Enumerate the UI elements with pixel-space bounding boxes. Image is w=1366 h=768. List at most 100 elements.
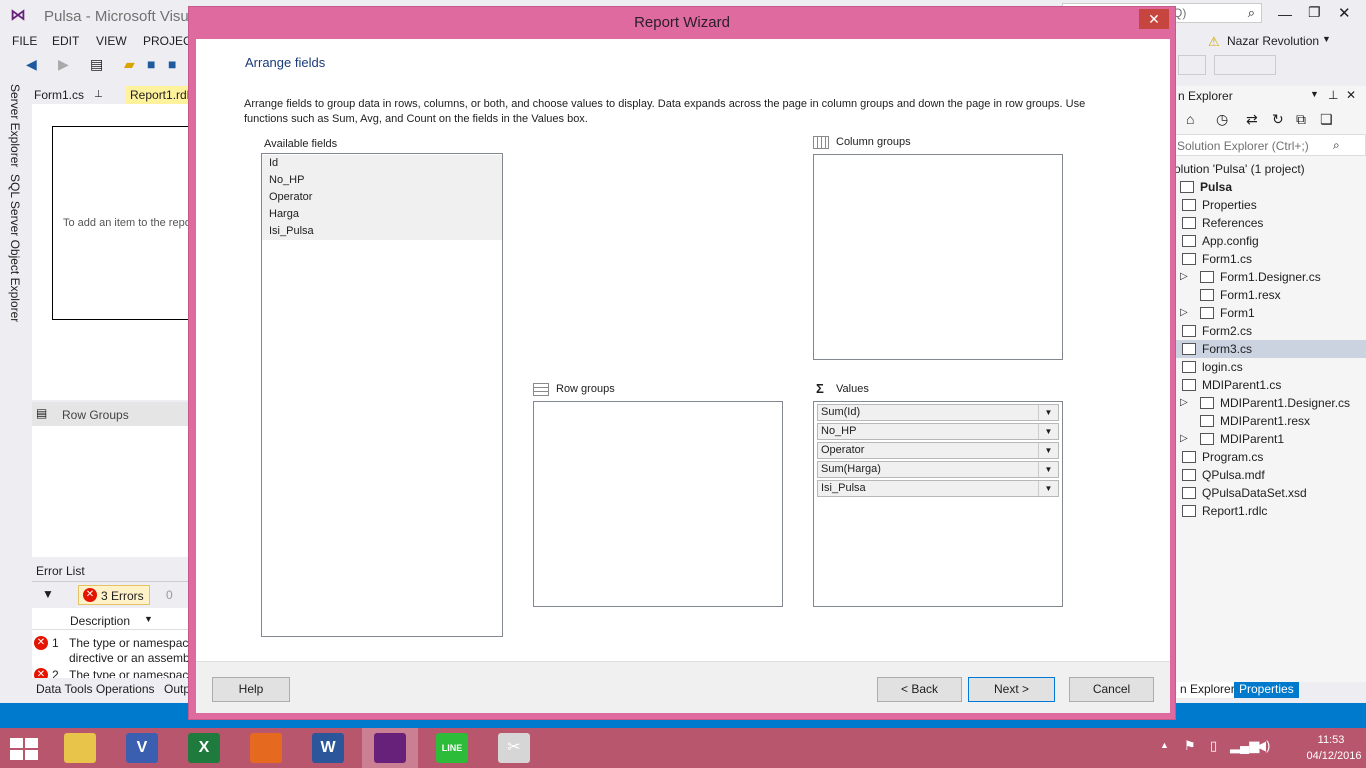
tab-data-tools-operations[interactable]: Data Tools Operations bbox=[36, 682, 155, 696]
warnings-count[interactable]: 0 bbox=[166, 588, 173, 602]
sort-icon[interactable]: ▼ bbox=[144, 614, 153, 624]
tab-solution-explorer[interactable]: n Explorer bbox=[1176, 680, 1239, 698]
solution-tree-item[interactable]: olution 'Pulsa' (1 project) bbox=[1172, 160, 1366, 178]
chevron-down-icon[interactable]: ▼ bbox=[1038, 405, 1058, 420]
clock-date[interactable]: 04/12/2016 bbox=[1304, 750, 1364, 762]
expand-icon[interactable]: ▷ bbox=[1180, 394, 1188, 412]
report-body[interactable]: To add an item to the repo bbox=[52, 126, 192, 320]
pin-icon[interactable]: ⊥ bbox=[94, 89, 103, 100]
chevron-down-icon[interactable]: ▼ bbox=[1310, 89, 1319, 99]
solution-tree-item[interactable]: MDIParent1.cs bbox=[1172, 376, 1366, 394]
solution-search-input[interactable]: Solution Explorer (Ctrl+;) ⌕ bbox=[1172, 134, 1366, 156]
solution-tree-item[interactable]: Form3.cs bbox=[1172, 340, 1366, 358]
error-row[interactable]: ✕ 2 The type or namespace bbox=[32, 666, 190, 678]
next-button[interactable]: Next > bbox=[968, 677, 1055, 702]
expand-icon[interactable]: ▷ bbox=[1180, 304, 1188, 322]
description-header[interactable]: Description bbox=[70, 614, 130, 628]
solution-tree-item[interactable]: QPulsa.mdf bbox=[1172, 466, 1366, 484]
tab-properties[interactable]: Properties bbox=[1234, 680, 1299, 698]
solution-tree-item[interactable]: ▷ Form1 bbox=[1172, 304, 1366, 322]
back-button[interactable]: < Back bbox=[877, 677, 962, 702]
open-file-icon[interactable]: ▰ bbox=[124, 56, 135, 73]
taskbar-app-file-explorer[interactable] bbox=[52, 728, 108, 768]
clock-time[interactable]: 11:53 bbox=[1304, 734, 1358, 746]
tab-form1-cs[interactable]: Form1.cs bbox=[34, 88, 84, 102]
minimize-icon[interactable]: — bbox=[1278, 6, 1292, 22]
back-icon[interactable]: ◀ bbox=[26, 56, 37, 73]
close-icon[interactable]: ✕ bbox=[1338, 4, 1351, 22]
sync-icon[interactable]: ⇄ bbox=[1246, 111, 1258, 128]
filter-icon[interactable]: ▼ bbox=[42, 587, 54, 601]
value-field-dropdown[interactable]: Operator ▼ bbox=[817, 442, 1059, 459]
config-dropdown[interactable] bbox=[1178, 55, 1206, 75]
solution-tree-item[interactable]: Form1.cs bbox=[1172, 250, 1366, 268]
save-all-icon[interactable]: ■ bbox=[168, 56, 176, 72]
solution-tree-item[interactable]: App.config bbox=[1172, 232, 1366, 250]
report-designer-surface[interactable]: To add an item to the repo bbox=[32, 104, 192, 400]
chevron-down-icon[interactable]: ▼ bbox=[1038, 462, 1058, 477]
solution-tree-item[interactable]: Pulsa bbox=[1172, 178, 1366, 196]
dialog-close-button[interactable]: ✕ bbox=[1139, 9, 1169, 29]
solution-tree-item[interactable]: MDIParent1.resx bbox=[1172, 412, 1366, 430]
available-fields-list[interactable]: Id No_HP Operator Harga Isi_Pulsa bbox=[261, 153, 503, 637]
column-groups-box[interactable] bbox=[813, 154, 1063, 360]
battery-icon[interactable]: ▯ bbox=[1210, 738, 1217, 754]
values-box[interactable]: Sum(Id) ▼ No_HP ▼ Operator ▼ Sum(Harga) ▼ Isi_Pu… bbox=[813, 401, 1063, 607]
pin-icon[interactable]: ⊥ bbox=[1328, 88, 1338, 102]
solution-tree-item[interactable]: login.cs bbox=[1172, 358, 1366, 376]
solution-tree-item[interactable]: Properties bbox=[1172, 196, 1366, 214]
taskbar-app-visual-studio[interactable] bbox=[362, 728, 418, 768]
forward-icon[interactable]: ▶ bbox=[58, 56, 69, 73]
solution-tree-item[interactable]: ▷ MDIParent1 bbox=[1172, 430, 1366, 448]
available-field-item[interactable]: Operator bbox=[262, 189, 502, 206]
chevron-down-icon[interactable]: ▼ bbox=[1322, 34, 1331, 44]
solution-tree-item[interactable]: Program.cs bbox=[1172, 448, 1366, 466]
platform-dropdown[interactable] bbox=[1214, 55, 1276, 75]
expand-icon[interactable]: ▷ bbox=[1180, 430, 1188, 448]
errors-filter-button[interactable]: ✕ 3 Errors bbox=[78, 585, 150, 605]
taskbar-app-word[interactable]: W bbox=[300, 728, 356, 768]
solution-tree-item[interactable]: References bbox=[1172, 214, 1366, 232]
chevron-down-icon[interactable]: ▼ bbox=[1038, 443, 1058, 458]
value-field-dropdown[interactable]: Sum(Harga) ▼ bbox=[817, 461, 1059, 478]
solution-tree-item[interactable]: QPulsaDataSet.xsd bbox=[1172, 484, 1366, 502]
taskbar-app-firefox[interactable] bbox=[238, 728, 294, 768]
taskbar-app-line[interactable]: LINE bbox=[424, 728, 480, 768]
chevron-down-icon[interactable]: ▼ bbox=[1038, 424, 1058, 439]
action-center-icon[interactable]: ⚑ bbox=[1184, 738, 1196, 754]
cancel-button[interactable]: Cancel bbox=[1069, 677, 1154, 702]
value-field-dropdown[interactable]: No_HP ▼ bbox=[817, 423, 1059, 440]
help-button[interactable]: Help bbox=[212, 677, 290, 702]
taskbar-app-snipping-tool[interactable]: ✂ bbox=[486, 728, 542, 768]
solution-tree-item[interactable]: Report1.rdlc bbox=[1172, 502, 1366, 520]
taskbar-app-visio[interactable]: V bbox=[114, 728, 170, 768]
value-field-dropdown[interactable]: Sum(Id) ▼ bbox=[817, 404, 1059, 421]
taskbar-app-excel[interactable]: X bbox=[176, 728, 232, 768]
network-icon[interactable]: ▂▄▆ bbox=[1230, 738, 1259, 754]
error-row[interactable]: ✕ 1 The type or namespace directive or a… bbox=[32, 632, 195, 665]
chevron-down-icon[interactable]: ▼ bbox=[1038, 481, 1058, 496]
tab-output[interactable]: Outp bbox=[164, 682, 190, 696]
close-icon[interactable]: ✕ bbox=[1346, 88, 1356, 102]
server-explorer-tab[interactable]: Server Explorer bbox=[8, 84, 22, 167]
value-field-dropdown[interactable]: Isi_Pulsa ▼ bbox=[817, 480, 1059, 497]
save-icon[interactable]: ■ bbox=[147, 56, 155, 72]
history-icon[interactable]: ◷ bbox=[1216, 111, 1228, 128]
menu-edit[interactable]: EDIT bbox=[52, 34, 79, 48]
available-field-item[interactable]: Isi_Pulsa bbox=[262, 223, 502, 240]
refresh-icon[interactable]: ↻ bbox=[1272, 111, 1284, 128]
show-all-files-icon[interactable]: ❏ bbox=[1320, 111, 1333, 128]
solution-tree-item[interactable]: Form2.cs bbox=[1172, 322, 1366, 340]
restore-icon[interactable]: ❐ bbox=[1308, 4, 1321, 21]
solution-tree-item[interactable]: Form1.resx bbox=[1172, 286, 1366, 304]
menu-view[interactable]: VIEW bbox=[96, 34, 127, 48]
collapse-all-icon[interactable]: ⧉ bbox=[1296, 111, 1306, 128]
new-project-icon[interactable]: ▤ bbox=[90, 56, 103, 73]
user-name[interactable]: Nazar Revolution bbox=[1227, 34, 1319, 48]
available-field-item[interactable]: Harga bbox=[262, 206, 502, 223]
show-hidden-icons-icon[interactable]: ▲ bbox=[1160, 740, 1169, 750]
windows-start-icon[interactable] bbox=[10, 738, 38, 760]
menu-file[interactable]: FILE bbox=[12, 34, 37, 48]
available-field-item[interactable]: Id bbox=[262, 155, 502, 172]
home-icon[interactable]: ⌂ bbox=[1186, 111, 1194, 127]
